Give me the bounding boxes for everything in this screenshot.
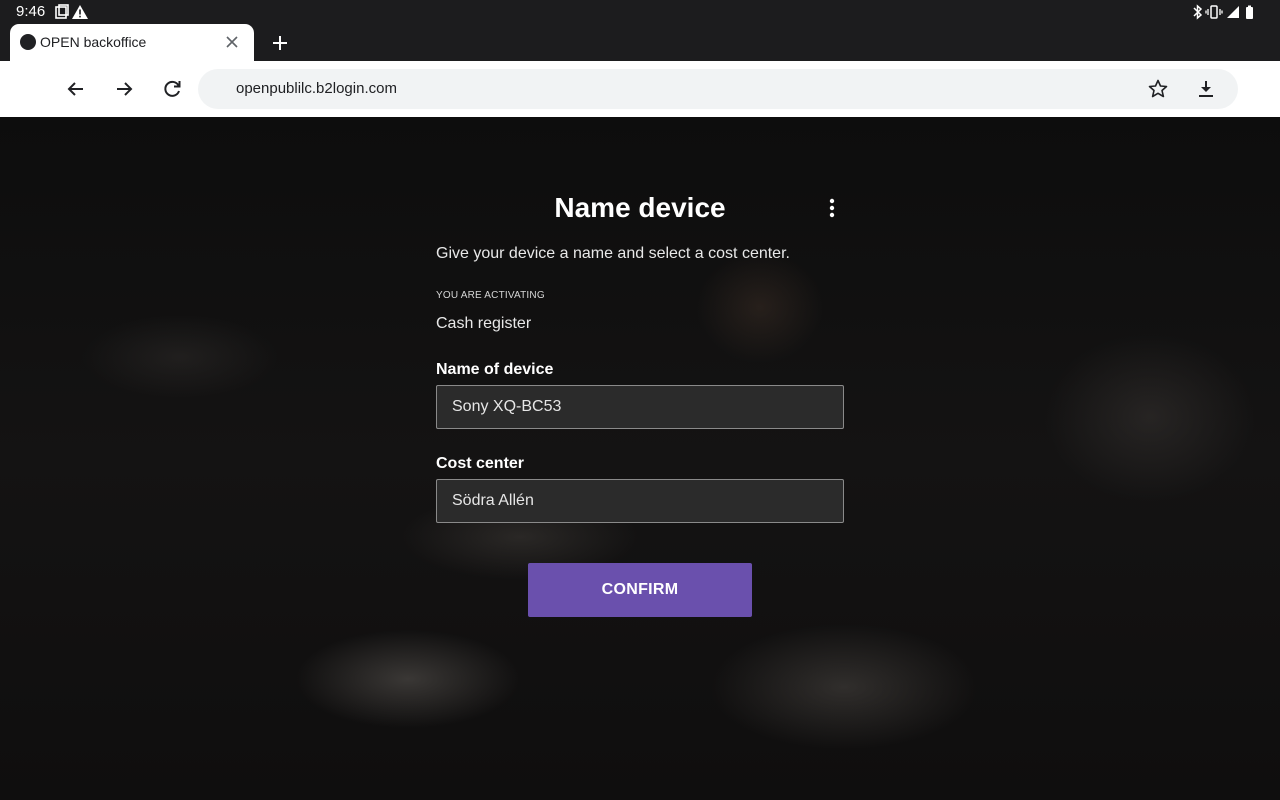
bluetooth-icon bbox=[1193, 4, 1203, 20]
signal-icon bbox=[1227, 6, 1239, 18]
device-name-field[interactable]: Sony XQ-BC53 bbox=[436, 385, 844, 429]
address-bar[interactable]: openpublilc.b2login.com bbox=[198, 69, 1238, 109]
new-tab-icon[interactable] bbox=[270, 33, 290, 53]
cost-center-label: Cost center bbox=[436, 455, 525, 472]
device-name-label: Name of device bbox=[436, 361, 554, 378]
browser-tab[interactable]: OPEN backoffice bbox=[10, 24, 254, 61]
forward-icon[interactable] bbox=[112, 77, 136, 101]
tab-title: OPEN backoffice bbox=[40, 34, 147, 50]
more-options-icon[interactable] bbox=[822, 196, 842, 220]
reload-icon[interactable] bbox=[160, 77, 184, 101]
device-name-value: Sony XQ-BC53 bbox=[452, 398, 562, 415]
download-icon[interactable] bbox=[1194, 77, 1218, 101]
close-icon[interactable] bbox=[223, 33, 241, 51]
confirm-button[interactable]: CONFIRM bbox=[528, 563, 752, 617]
browser-toolbar: openpublilc.b2login.com bbox=[0, 61, 1280, 117]
activating-label: YOU ARE ACTIVATING bbox=[436, 290, 545, 301]
status-right-icons bbox=[1192, 4, 1260, 20]
status-left-icons bbox=[54, 4, 96, 20]
battery-icon bbox=[1246, 5, 1253, 19]
vibrate-icon bbox=[1205, 5, 1223, 19]
back-icon[interactable] bbox=[64, 77, 88, 101]
warning-icon bbox=[72, 5, 88, 19]
screenshot-icon bbox=[55, 4, 69, 19]
page-title: Name device bbox=[554, 192, 726, 223]
tab-strip: OPEN backoffice bbox=[0, 24, 1280, 61]
cost-center-value: Södra Allén bbox=[452, 492, 534, 509]
open-logo-icon bbox=[20, 34, 36, 50]
star-icon[interactable] bbox=[1146, 77, 1170, 101]
page-content: Name device Give your device a name and … bbox=[0, 117, 1280, 800]
url-text: openpublilc.b2login.com bbox=[236, 80, 397, 97]
page-subtitle: Give your device a name and select a cos… bbox=[436, 245, 790, 262]
status-bar: 9:46 bbox=[0, 0, 1280, 24]
activating-value: Cash register bbox=[436, 315, 532, 332]
status-time: 9:46 bbox=[16, 3, 46, 20]
cost-center-field[interactable]: Södra Allén bbox=[436, 479, 844, 523]
name-device-form: Name device Give your device a name and … bbox=[436, 117, 844, 800]
